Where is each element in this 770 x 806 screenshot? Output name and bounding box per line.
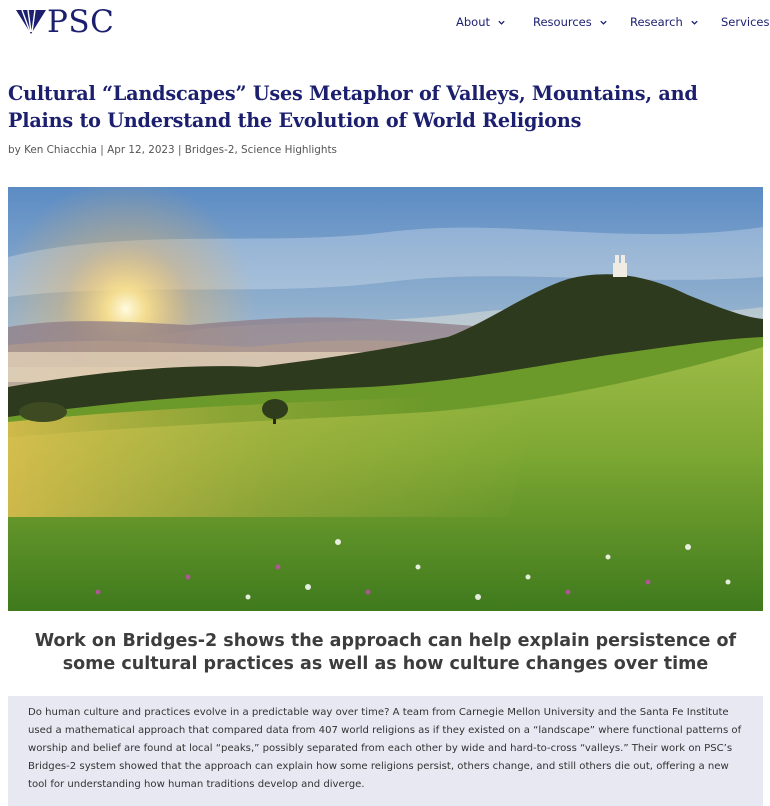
nav-research-label: Research (630, 15, 683, 29)
meta-separator: | (174, 144, 185, 156)
nav-about-label: About (456, 15, 491, 29)
publish-date: Apr 12, 2023 (107, 144, 175, 156)
hero-image (8, 187, 763, 611)
article-summary-box: Do human culture and practices evolve in… (8, 696, 763, 806)
chevron-down-icon (600, 20, 607, 25)
nav-research[interactable]: Research (630, 15, 699, 29)
nav-resources-label: Resources (533, 15, 592, 29)
category-link-bridges2[interactable]: Bridges-2 (185, 144, 235, 156)
category-link-science-highlights[interactable]: Science Highlights (241, 144, 337, 156)
article-title: Cultural “Landscapes” Uses Metaphor of V… (8, 82, 698, 132)
article-subtitle: Work on Bridges-2 shows the approach can… (34, 631, 737, 674)
landscape-photo (8, 187, 763, 611)
nav-about[interactable]: About (456, 15, 506, 29)
nav-services-label: Services (721, 15, 770, 29)
meta-by: by (8, 144, 25, 156)
chevron-down-icon (498, 20, 505, 25)
article-summary: Do human culture and practices evolve in… (28, 707, 742, 790)
main-nav: About Resources Research Services (0, 15, 770, 33)
nav-resources[interactable]: Resources (533, 15, 608, 29)
site-header: PSC About Resources Research Services (0, 0, 770, 46)
article-meta: by Ken Chiacchia | Apr 12, 2023 | Bridge… (8, 144, 337, 156)
meta-separator: | (97, 144, 108, 156)
nav-services[interactable]: Services (721, 15, 770, 29)
author-link[interactable]: Ken Chiacchia (24, 144, 97, 156)
chevron-down-icon (691, 20, 698, 25)
